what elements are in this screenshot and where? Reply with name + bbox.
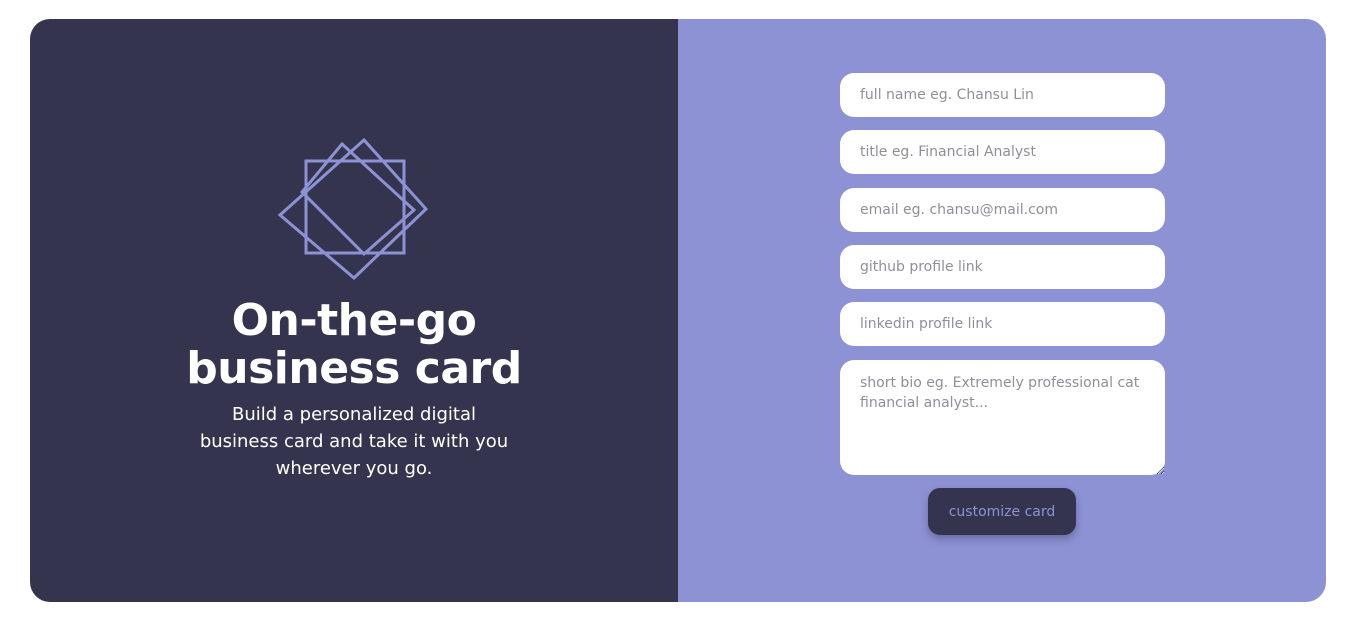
title-input[interactable] [840, 130, 1165, 174]
customize-card-button[interactable]: customize card [928, 488, 1076, 535]
overlapping-squares-icon [278, 138, 429, 280]
tagline: Build a personalized digital business ca… [199, 404, 509, 479]
github-input[interactable] [840, 245, 1165, 289]
full-name-input[interactable] [840, 73, 1165, 117]
title-line-2: business card [186, 343, 522, 394]
bio-textarea[interactable] [840, 360, 1165, 475]
linkedin-input[interactable] [840, 302, 1165, 346]
page-title: On-the-go business card [30, 297, 678, 393]
email-input[interactable] [840, 188, 1165, 232]
title-line-1: On-the-go [231, 295, 477, 346]
business-card-container: On-the-go business card Build a personal… [30, 19, 1326, 602]
form-panel: customize card [678, 19, 1326, 602]
hero-panel: On-the-go business card Build a personal… [30, 19, 678, 602]
